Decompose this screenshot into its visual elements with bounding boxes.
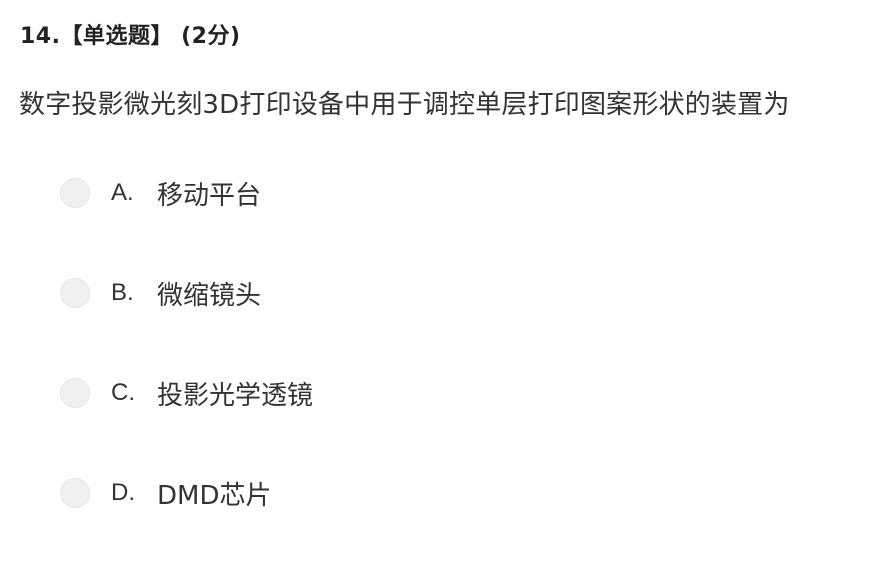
option-text: 微缩镜头 [157,280,262,311]
option-text: 投影光学透镜 [157,380,314,411]
option-letter: B. [111,279,134,306]
option-letter: A. [111,179,134,206]
option-text: DMD芯片 [157,480,272,511]
question-stem: 数字投影微光刻3D打印设备中用于调控单层打印图案形状的装置为 [19,90,790,120]
option-text: 移动平台 [157,180,262,211]
options-list: A. 移动平台 B. 微缩镜头 C. 投影光学透镜 D. DMD芯片 [60,168,840,568]
option-letter: D. [111,479,135,506]
radio-button-d[interactable] [60,478,90,508]
radio-button-b[interactable] [60,278,90,308]
option-d[interactable]: D. DMD芯片 [60,468,840,518]
option-a[interactable]: A. 移动平台 [60,168,840,218]
option-b[interactable]: B. 微缩镜头 [60,268,840,318]
radio-button-c[interactable] [60,378,90,408]
question-header: 14.【单选题】 (2分) [20,24,241,49]
option-c[interactable]: C. 投影光学透镜 [60,368,840,418]
option-letter: C. [111,379,135,406]
radio-button-a[interactable] [60,178,90,208]
